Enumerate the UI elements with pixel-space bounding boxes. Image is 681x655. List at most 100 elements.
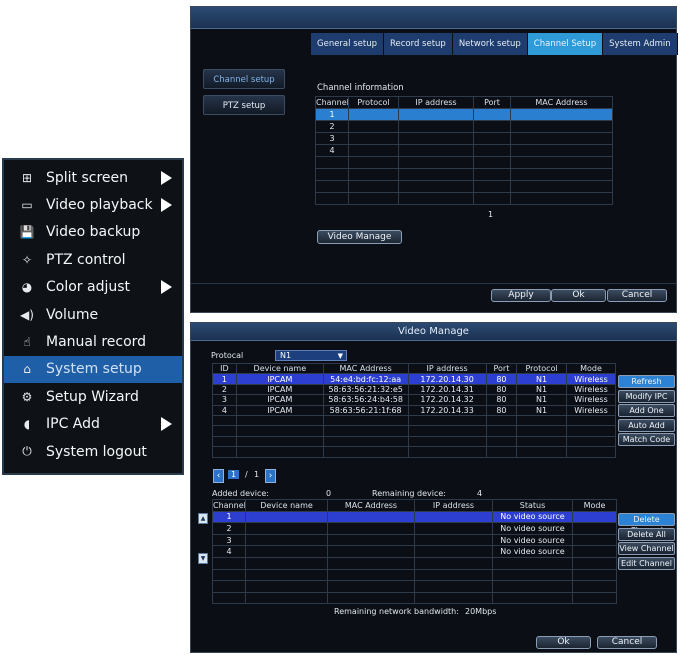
table-row[interactable]: 1 (315, 108, 613, 121)
table-row[interactable] (212, 414, 616, 427)
menu-item-ipc-add[interactable]: ◖ IPC Add (4, 411, 182, 438)
floppy-icon: 💾 (19, 225, 35, 240)
table-cell (212, 425, 237, 437)
table-cell: 58:63:56:21:32:e5 (322, 383, 409, 396)
table-row[interactable] (212, 556, 617, 570)
view-channel-button[interactable]: View Channel (618, 542, 675, 555)
table-row[interactable] (212, 425, 616, 437)
menu-item-system-setup[interactable]: ⌂ System setup (4, 355, 182, 384)
table-row[interactable] (315, 156, 613, 169)
table-row[interactable]: 4 No video source (212, 545, 617, 558)
vm-cancel-button[interactable]: Cancel (597, 636, 657, 649)
column-header: Device name (245, 499, 328, 512)
table-row[interactable]: 1 No video source (212, 510, 617, 524)
table-cell: 172.20.14.31 (407, 383, 487, 396)
submenu-arrow-icon (161, 280, 172, 295)
table-cell: 4 (212, 545, 246, 558)
menu-item-label: IPC Add (46, 416, 100, 433)
protocol-select[interactable]: N1 ▼ (275, 350, 347, 361)
table-cell (348, 156, 399, 169)
table-cell (510, 168, 613, 181)
menu-item-setup-wizard[interactable]: ⚙ Setup Wizard (4, 383, 182, 410)
menu-item-split-screen[interactable]: ⊞ Split screen (4, 164, 182, 191)
menu-item-video-backup[interactable]: 💾 Video backup (4, 219, 182, 246)
table-cell (398, 144, 474, 157)
apply-button[interactable]: Apply (491, 289, 551, 302)
ok-button[interactable]: Ok (551, 289, 606, 302)
table-row[interactable]: 3 (315, 132, 613, 145)
table-row[interactable] (212, 568, 617, 582)
page-prev-button[interactable]: ‹ (213, 469, 224, 483)
table-cell (485, 425, 518, 437)
tab-record-setup[interactable]: Record setup (383, 33, 453, 55)
tab-network-setup[interactable]: Network setup (452, 33, 528, 55)
table-cell: 80 (485, 373, 518, 385)
side-tab-ptz-setup[interactable]: PTZ setup (203, 95, 285, 115)
scroll-down-button[interactable]: ▼ (198, 553, 208, 564)
table-cell: 3 (212, 533, 246, 547)
menu-item-color-adjust[interactable]: ◕ Color adjust (4, 274, 182, 301)
table-row[interactable] (315, 180, 613, 193)
table-cell (572, 522, 617, 535)
table-row[interactable]: 3 No video source (212, 533, 617, 547)
video-manage-title: Video Manage (191, 323, 676, 341)
scroll-up-button[interactable]: ▲ (198, 513, 208, 524)
menu-item-system-logout[interactable]: ⏻ System logout (4, 438, 182, 465)
table-header: Channel Protocol IP address Port MAC Address (315, 96, 613, 109)
table-cell (315, 156, 349, 169)
table-cell (566, 414, 616, 427)
edit-channel-button[interactable]: Edit Channel (618, 556, 675, 570)
table-row[interactable]: 4 (315, 144, 613, 157)
table-cell: N1 (516, 373, 568, 385)
table-cell (510, 180, 613, 193)
refresh-button[interactable]: Refresh (618, 375, 675, 388)
table-row[interactable]: 3 IPCAM 58:63:56:24:b4:58 172.20.14.32 80 N1 W… (212, 394, 616, 406)
add-one-button[interactable]: Add One (618, 404, 675, 417)
delete-all-button[interactable]: Delete All (618, 527, 675, 541)
table-row[interactable] (315, 192, 613, 205)
match-code-button[interactable]: Match Code (618, 433, 675, 446)
table-cell: 1 (212, 510, 246, 524)
table-cell (348, 120, 399, 133)
table-row[interactable] (212, 435, 616, 448)
table-row[interactable] (315, 168, 613, 181)
tab-general-setup[interactable]: General setup (311, 33, 384, 55)
menu-item-manual-record[interactable]: ☝ Manual record (4, 328, 182, 355)
table-cell (245, 533, 328, 547)
menu-item-volume[interactable]: ◀) Volume (4, 301, 182, 328)
table-cell (348, 144, 399, 157)
table-cell (212, 414, 237, 427)
table-cell (510, 156, 613, 169)
side-tab-channel-setup[interactable]: Channel setup (203, 69, 285, 89)
table-row[interactable]: 1 IPCAM 54:e4:bd:fc:12:aa 172.20.14.30 80 N1 W… (212, 373, 616, 385)
menu-item-ptz-control[interactable]: ✧ PTZ control (4, 246, 182, 273)
table-cell (510, 144, 613, 157)
table-cell (245, 591, 328, 605)
power-icon: ⏻ (22, 444, 32, 459)
table-cell (473, 192, 511, 205)
modify-ipc-button[interactable]: Modify IPC (618, 389, 675, 403)
cancel-button[interactable]: Cancel (607, 289, 667, 302)
table-row[interactable]: 4 IPCAM 58:63:56:21:1f:68 172.20.14.33 80 N1 W… (212, 404, 616, 416)
table-row[interactable] (212, 446, 616, 458)
table-row[interactable] (212, 580, 617, 593)
table-cell (212, 556, 246, 570)
tab-channel-setup[interactable]: Channel Setup (527, 33, 604, 55)
table-row[interactable] (212, 591, 617, 605)
table-cell: 3 (212, 394, 237, 406)
table-row[interactable]: 2 (315, 120, 613, 133)
menu-item-video-playback[interactable]: ▭ Video playback (4, 191, 182, 218)
table-row[interactable]: 2 IPCAM 58:63:56:21:32:e5 172.20.14.31 80 N1 W… (212, 383, 616, 396)
table-cell (327, 568, 415, 582)
table-cell (516, 414, 568, 427)
table-row[interactable]: 2 No video source (212, 522, 617, 535)
auto-add-button[interactable]: Auto Add (618, 418, 675, 432)
table-cell (245, 556, 328, 570)
table-cell (327, 545, 415, 558)
vm-ok-button[interactable]: Ok (536, 636, 591, 649)
tab-system-admin[interactable]: System Admin (603, 33, 678, 55)
table-cell: 2 (212, 522, 246, 535)
video-manage-button[interactable]: Video Manage (317, 230, 402, 244)
page-next-button[interactable]: › (265, 469, 276, 483)
delete-channel-button[interactable]: Delete Channel (618, 513, 675, 535)
